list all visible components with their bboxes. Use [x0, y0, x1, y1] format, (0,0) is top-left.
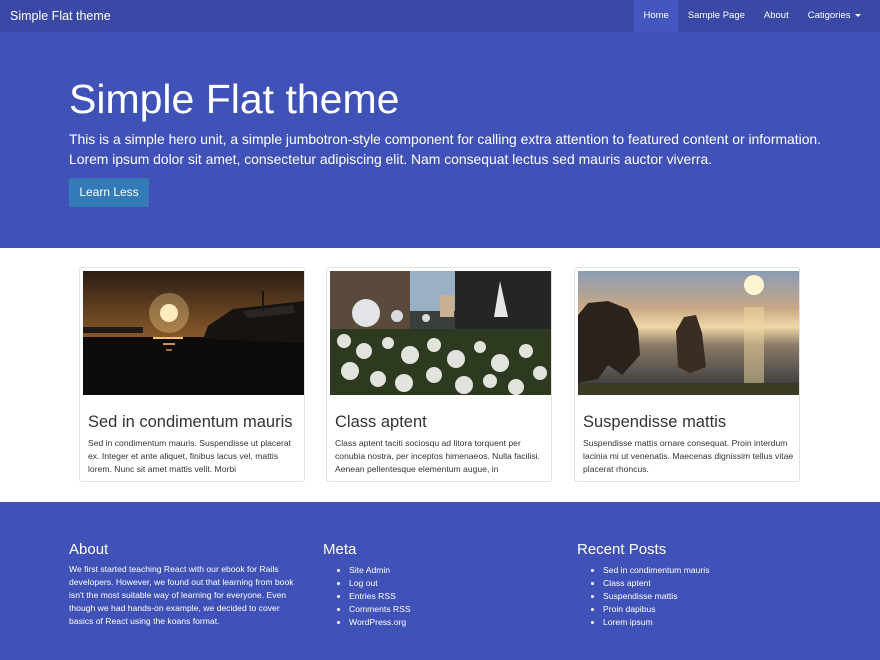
footer-meta: Meta Site Admin Log out Entries RSS Comm…	[323, 540, 411, 629]
nav-item-sample-page[interactable]: Sample Page	[678, 0, 754, 32]
footer: About We first started teaching React wi…	[0, 502, 880, 660]
site-brand[interactable]: Simple Flat theme	[10, 0, 111, 32]
flowers-terrace-image	[330, 271, 551, 395]
footer-recent-title: Recent Posts	[577, 541, 667, 558]
learn-less-button[interactable]: Learn Less	[69, 178, 149, 207]
nav-item-about[interactable]: About	[754, 0, 798, 32]
featured-posts: Sed in condimentum mauris Sed in condime…	[0, 248, 880, 502]
footer-about: About We first started teaching React wi…	[69, 540, 299, 628]
meta-link-comments-rss[interactable]: Comments RSS	[349, 603, 411, 616]
card-title[interactable]: Suspendisse mattis	[583, 412, 726, 432]
post-card[interactable]: Suspendisse mattis Suspendisse mattis or…	[574, 267, 800, 482]
card-excerpt: Sed in condimentum mauris. Suspendisse u…	[88, 438, 292, 474]
hero-text: This is a simple hero unit, a simple jum…	[69, 131, 822, 167]
post-card[interactable]: Sed in condimentum mauris Sed in condime…	[79, 267, 305, 482]
recent-post-link[interactable]: Proin dapibus	[603, 603, 710, 616]
footer-about-title: About	[69, 541, 109, 558]
card-title[interactable]: Class aptent	[335, 412, 427, 432]
nav-menu: Home Sample Page About Catigories	[634, 0, 870, 32]
hero-title: Simple Flat theme	[69, 76, 400, 122]
caret-down-icon	[854, 13, 861, 17]
meta-link-entries-rss[interactable]: Entries RSS	[349, 590, 411, 603]
footer-recent-posts: Recent Posts Sed in condimentum mauris C…	[577, 540, 710, 629]
card-excerpt: Suspendisse mattis ornare consequat. Pro…	[583, 438, 794, 474]
nav-item-categories-label: Catigories	[807, 10, 851, 21]
footer-meta-title: Meta	[323, 541, 357, 558]
hero-jumbotron: Simple Flat theme This is a simple hero …	[0, 32, 880, 248]
recent-post-link[interactable]: Class aptent	[603, 577, 710, 590]
sunset-harbor-image	[83, 271, 304, 395]
post-card[interactable]: Class aptent Class aptent taciti sociosq…	[326, 267, 552, 482]
footer-about-text: We first started teaching React with our…	[69, 564, 294, 626]
recent-post-link[interactable]: Lorem ipsum	[603, 616, 710, 629]
meta-link-wordpress[interactable]: WordPress.org	[349, 616, 411, 629]
card-excerpt: Class aptent taciti sociosqu ad litora t…	[335, 438, 540, 474]
meta-link-site-admin[interactable]: Site Admin	[349, 564, 411, 577]
nav-item-categories[interactable]: Catigories	[798, 0, 870, 32]
card-title[interactable]: Sed in condimentum mauris	[88, 412, 293, 432]
navbar: Simple Flat theme Home Sample Page About…	[0, 0, 880, 32]
recent-post-link[interactable]: Sed in condimentum mauris	[603, 564, 710, 577]
meta-link-log-out[interactable]: Log out	[349, 577, 411, 590]
sea-rocks-sunset-image	[578, 271, 799, 395]
nav-item-home[interactable]: Home	[634, 0, 679, 32]
recent-post-link[interactable]: Suspendisse mattis	[603, 590, 710, 603]
